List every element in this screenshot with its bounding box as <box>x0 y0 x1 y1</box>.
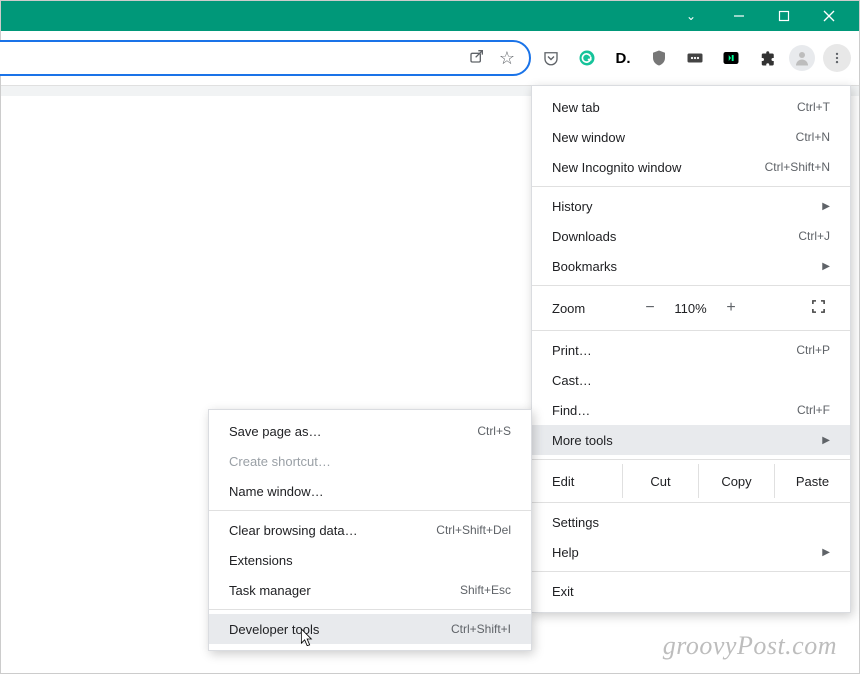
profile-avatar-icon[interactable] <box>789 45 815 71</box>
submenu-create-shortcut: Create shortcut… <box>209 446 531 476</box>
chrome-main-menu: New tabCtrl+T New windowCtrl+N New Incog… <box>531 85 851 613</box>
menu-cast[interactable]: Cast… <box>532 365 850 395</box>
submenu-task-manager[interactable]: Task managerShift+Esc <box>209 575 531 605</box>
ublock-extension-icon[interactable] <box>645 44 673 72</box>
menu-find[interactable]: Find…Ctrl+F <box>532 395 850 425</box>
play-extension-icon[interactable] <box>717 44 745 72</box>
edit-copy-button[interactable]: Copy <box>698 464 774 498</box>
submenu-save-page[interactable]: Save page as…Ctrl+S <box>209 416 531 446</box>
extensions-puzzle-icon[interactable] <box>753 44 781 72</box>
menu-exit[interactable]: Exit <box>532 576 850 606</box>
edit-paste-button[interactable]: Paste <box>774 464 850 498</box>
zoom-in-button[interactable]: + <box>713 299 749 317</box>
window-minimize-button[interactable] <box>716 1 761 31</box>
menu-new-incognito[interactable]: New Incognito windowCtrl+Shift+N <box>532 152 850 182</box>
menu-edit-row: Edit Cut Copy Paste <box>532 464 850 498</box>
menu-history[interactable]: History▶ <box>532 191 850 221</box>
window-maximize-button[interactable] <box>761 1 806 31</box>
menu-new-tab[interactable]: New tabCtrl+T <box>532 92 850 122</box>
submenu-extensions[interactable]: Extensions <box>209 545 531 575</box>
menu-bookmarks[interactable]: Bookmarks▶ <box>532 251 850 281</box>
menu-new-window[interactable]: New windowCtrl+N <box>532 122 850 152</box>
pocket-extension-icon[interactable] <box>537 44 565 72</box>
window-close-button[interactable] <box>806 1 851 31</box>
menu-print[interactable]: Print…Ctrl+P <box>532 335 850 365</box>
menu-help[interactable]: Help▶ <box>532 537 850 567</box>
submenu-clear-data[interactable]: Clear browsing data…Ctrl+Shift+Del <box>209 515 531 545</box>
zoom-label: Zoom <box>552 301 632 316</box>
submenu-arrow-icon: ▶ <box>822 435 830 446</box>
address-bar[interactable]: ☆ <box>0 40 531 76</box>
more-tools-submenu: Save page as…Ctrl+S Create shortcut… Nam… <box>208 409 532 651</box>
submenu-developer-tools[interactable]: Developer toolsCtrl+Shift+I <box>209 614 531 644</box>
extensions-row: D. <box>537 44 859 72</box>
browser-toolbar: ☆ D. <box>1 31 859 86</box>
d-extension-icon[interactable]: D. <box>609 44 637 72</box>
menu-downloads[interactable]: DownloadsCtrl+J <box>532 221 850 251</box>
fullscreen-icon[interactable] <box>798 299 838 317</box>
edit-cut-button[interactable]: Cut <box>622 464 698 498</box>
zoom-out-button[interactable]: − <box>632 299 668 317</box>
edit-label: Edit <box>532 474 622 489</box>
menu-settings[interactable]: Settings <box>532 507 850 537</box>
submenu-arrow-icon: ▶ <box>822 261 830 272</box>
tab-chevron-icon[interactable]: ⌄ <box>686 9 696 23</box>
zoom-value: 110% <box>668 301 713 316</box>
dots-extension-icon[interactable] <box>681 44 709 72</box>
submenu-name-window[interactable]: Name window… <box>209 476 531 506</box>
watermark-text: groovyPost.com <box>663 631 837 661</box>
chrome-menu-button[interactable] <box>823 44 851 72</box>
window-titlebar: ⌄ <box>1 1 859 31</box>
share-icon[interactable] <box>469 48 485 69</box>
bookmark-star-icon[interactable]: ☆ <box>499 48 515 69</box>
menu-more-tools[interactable]: More tools▶ <box>532 425 850 455</box>
submenu-arrow-icon: ▶ <box>822 201 830 212</box>
grammarly-extension-icon[interactable] <box>573 44 601 72</box>
submenu-arrow-icon: ▶ <box>822 547 830 558</box>
menu-zoom-row: Zoom − 110% + <box>532 290 850 326</box>
